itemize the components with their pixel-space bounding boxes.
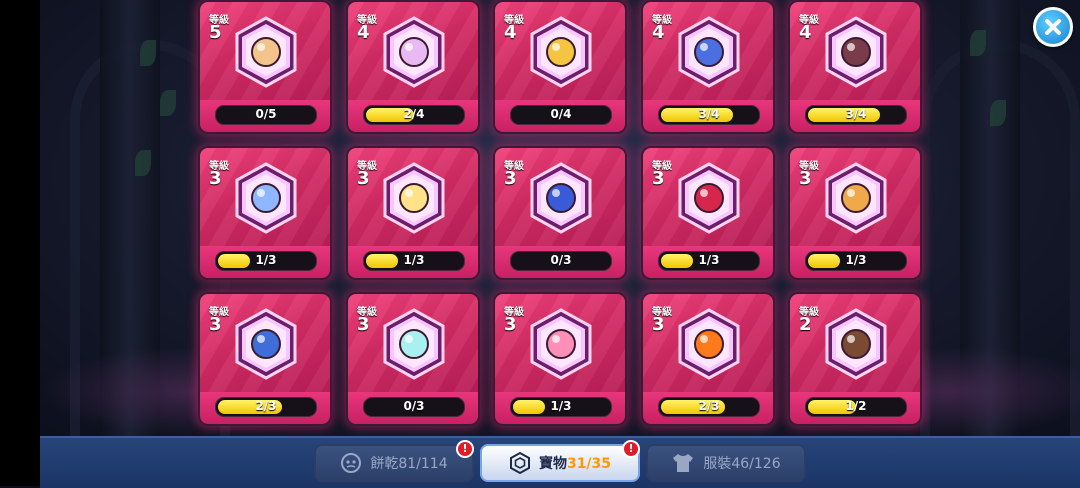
progress-bar: 1/3 <box>363 251 465 271</box>
progress-text: 3/4 <box>698 107 720 121</box>
treasure-card[interactable]: 等級 4 3/4 <box>641 0 775 134</box>
treasure-card[interactable]: 等級 3 0/3 <box>493 146 627 280</box>
treasure-card[interactable]: 等級 3 1/3 <box>641 146 775 280</box>
blue-serpent-treasure-icon <box>678 16 740 88</box>
progress-text: 2/4 <box>403 107 425 121</box>
progress-text: 1/3 <box>550 399 572 413</box>
level-value: 3 <box>504 168 517 189</box>
progress-bar: 0/4 <box>510 105 612 125</box>
level-value: 4 <box>799 22 812 43</box>
progress-text: 1/3 <box>255 253 277 267</box>
progress-bar: 1/3 <box>215 251 317 271</box>
progress-bar: 1/3 <box>805 251 907 271</box>
treasure-card[interactable]: 等級 3 0/3 <box>346 292 480 426</box>
progress-bar: 0/3 <box>363 397 465 417</box>
flower-wreath-treasure-icon <box>383 162 445 234</box>
progress-text: 2/3 <box>255 399 277 413</box>
close-button[interactable] <box>1033 7 1073 47</box>
fox-mask-treasure-icon <box>825 162 887 234</box>
treasure-card[interactable]: 等級 3 1/3 <box>493 292 627 426</box>
costume-shirt-icon <box>673 454 694 472</box>
close-icon <box>1045 19 1061 35</box>
scroll-treasure-icon <box>235 16 297 88</box>
tab-costumes-label: 服裝 <box>703 456 732 472</box>
progress-bar: 1/3 <box>658 251 760 271</box>
alert-badge: ! <box>456 440 474 458</box>
progress-bar: 0/3 <box>510 251 612 271</box>
leaf-decoration <box>135 150 151 176</box>
leaf-decoration <box>160 90 176 116</box>
pocket-watch-treasure-icon <box>235 162 297 234</box>
level-value: 3 <box>799 168 812 189</box>
tab-cookies[interactable]: 餅乾81/114 <box>314 444 474 482</box>
alert-badge: ! <box>622 440 640 458</box>
cookie-icon <box>341 453 362 473</box>
ghost-treasure-icon <box>383 16 445 88</box>
level-value: 4 <box>504 22 517 43</box>
blue-crystal-treasure-icon <box>235 308 297 380</box>
treasure-card[interactable]: 等級 3 2/3 <box>198 292 332 426</box>
leaf-decoration <box>970 30 986 56</box>
treasure-card[interactable]: 等級 4 0/4 <box>493 0 627 134</box>
level-value: 2 <box>799 314 812 335</box>
treasure-card[interactable]: 等級 3 1/3 <box>198 146 332 280</box>
progress-bar: 2/4 <box>363 105 465 125</box>
progress-text: 1/2 <box>845 399 867 413</box>
level-value: 3 <box>357 314 370 335</box>
level-value: 3 <box>504 314 517 335</box>
treasure-card[interactable]: 等級 3 1/3 <box>346 146 480 280</box>
tab-treasures-label: 寶物 <box>538 456 567 472</box>
radish-treasure-icon <box>825 16 887 88</box>
progress-bar: 1/3 <box>510 397 612 417</box>
progress-bar: 2/3 <box>215 397 317 417</box>
progress-text: 3/4 <box>845 107 867 121</box>
level-value: 3 <box>652 314 665 335</box>
level-value: 3 <box>209 314 222 335</box>
tab-treasures[interactable]: 寶物31/35 <box>480 444 640 482</box>
level-value: 4 <box>357 22 370 43</box>
blue-dragon-treasure-icon <box>530 162 592 234</box>
treasure-card[interactable]: 等級 5 0/5 <box>198 0 332 134</box>
treasure-card[interactable]: 等級 4 2/4 <box>346 0 480 134</box>
bottom-tab-bar: 餅乾81/114 ! 寶物31/35 ! 服裝46/126 <box>40 436 1080 488</box>
leaf-decoration <box>990 100 1006 126</box>
treasure-card[interactable]: 等級 3 2/3 <box>641 292 775 426</box>
progress-text: 0/3 <box>550 253 572 267</box>
progress-text: 1/3 <box>403 253 425 267</box>
progress-text: 1/3 <box>698 253 720 267</box>
fire-gem-treasure-icon <box>678 308 740 380</box>
progress-text: 1/3 <box>845 253 867 267</box>
left-letterbox <box>0 0 40 486</box>
progress-bar: 0/5 <box>215 105 317 125</box>
level-value: 3 <box>652 168 665 189</box>
tab-cookies-label: 餅乾 <box>370 456 399 472</box>
treasure-card[interactable]: 等級 4 3/4 <box>788 0 922 134</box>
leaf-decoration <box>140 40 156 66</box>
progress-bar: 1/2 <box>805 397 907 417</box>
level-value: 5 <box>209 22 222 43</box>
ice-coral-treasure-icon <box>383 308 445 380</box>
progress-bar: 2/3 <box>658 397 760 417</box>
treasure-card[interactable]: 等級 3 1/3 <box>788 146 922 280</box>
progress-text: 0/5 <box>255 107 277 121</box>
berry-treasure-icon <box>678 162 740 234</box>
sack-treasure-icon <box>825 308 887 380</box>
tab-costumes-count: 46/126 <box>731 456 781 472</box>
progress-text: 2/3 <box>698 399 720 413</box>
treasure-card[interactable]: 等級 2 1/2 <box>788 292 922 426</box>
level-value: 3 <box>209 168 222 189</box>
golden-crown-treasure-icon <box>530 16 592 88</box>
progress-text: 0/3 <box>403 399 425 413</box>
progress-bar: 3/4 <box>805 105 907 125</box>
level-value: 3 <box>357 168 370 189</box>
treasure-hexagon-icon <box>509 452 530 474</box>
tab-treasures-count: 31/35 <box>566 456 612 472</box>
level-value: 4 <box>652 22 665 43</box>
progress-bar: 3/4 <box>658 105 760 125</box>
tab-costumes[interactable]: 服裝46/126 <box>646 444 806 482</box>
treasure-grid: 等級 5 0/5 等級 4 2/4 等級 4 0/4 等級 4 3/4 等級 4 3/4 等級 3 1/3 等級 3 1… <box>198 0 922 430</box>
progress-text: 0/4 <box>550 107 572 121</box>
pink-cat-treasure-icon <box>530 308 592 380</box>
tab-cookies-count: 81/114 <box>398 456 448 472</box>
